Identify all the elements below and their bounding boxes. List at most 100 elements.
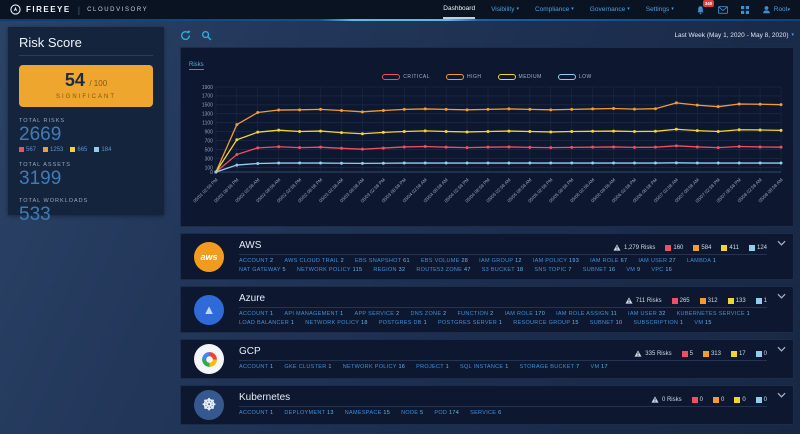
resource-link[interactable]: IAM GROUP 12	[479, 258, 522, 264]
resource-link[interactable]: SQL INSTANCE 1	[460, 364, 509, 370]
search-icon[interactable]	[201, 30, 212, 41]
resource-link[interactable]: GKE CLUSTER 1	[284, 364, 331, 370]
severity-badge: 0	[712, 396, 724, 403]
resource-link[interactable]: POSTGRES DB 1	[379, 320, 427, 326]
resource-link[interactable]: API MANAGEMENT 1	[284, 311, 343, 317]
nav-settings[interactable]: Settings ▾	[646, 0, 674, 19]
section-title: GCP	[239, 346, 261, 357]
chevron-down-icon[interactable]	[777, 293, 786, 299]
notifications-button[interactable]: 340	[696, 0, 715, 15]
resource-link[interactable]: REGION 32	[373, 267, 405, 273]
date-range-selector[interactable]: Last Week (May 1, 2020 - May 8, 2020) ▾	[674, 32, 794, 39]
nav-compliance[interactable]: Compliance ▾	[535, 0, 574, 19]
resource-link[interactable]: KUBERNETES SERVICE 1	[677, 311, 750, 317]
resource-link[interactable]: ACCOUNT 1	[239, 311, 273, 317]
caret-down-icon: ▾	[787, 6, 790, 13]
resource-link[interactable]: VPC 16	[651, 267, 672, 273]
k8s-logo-icon: ☸	[194, 390, 224, 420]
svg-text:300: 300	[205, 156, 214, 162]
stat-value: 3199	[19, 167, 62, 189]
user-menu-button[interactable]: Root ▾	[762, 5, 790, 14]
resource-link[interactable]: DEPLOYMENT 13	[284, 410, 333, 416]
section-k8s: ☸ Kubernetes 0 Risks 0 0 0 0 ACCOUNT 1 DEPLO…	[180, 385, 794, 425]
severity-badges: 0 0 0 0	[691, 396, 767, 403]
resource-link[interactable]: APP SERVICE 2	[355, 311, 400, 317]
resource-link[interactable]: LOAD BALANCER 1	[239, 320, 294, 326]
resource-link[interactable]: SNS TOPIC 7	[534, 267, 571, 273]
risks-warning: 335 Risks	[634, 350, 672, 357]
resource-link[interactable]: ROUTE53 ZONE 47	[416, 267, 470, 273]
resource-link[interactable]: NETWORK POLICY 18	[305, 320, 367, 326]
resource-link[interactable]: VM 15	[694, 320, 711, 326]
chevron-down-icon[interactable]	[777, 346, 786, 352]
resource-link[interactable]: ACCOUNT 2	[239, 258, 273, 264]
resource-link[interactable]: NAMESPACE 15	[345, 410, 390, 416]
legend-critical[interactable]: CRITICAL	[382, 74, 430, 80]
resource-link[interactable]: NETWORK POLICY 16	[343, 364, 405, 370]
resource-link[interactable]: STORAGE BUCKET 7	[520, 364, 580, 370]
resource-link[interactable]: POD 174	[434, 410, 459, 416]
resource-link[interactable]: DNS ZONE 2	[410, 311, 446, 317]
resource-link[interactable]: SERVICE 6	[470, 410, 501, 416]
section-title: Kubernetes	[239, 392, 291, 403]
apps-button[interactable]	[740, 5, 749, 14]
section-title: Azure	[239, 293, 266, 304]
resource-link[interactable]: NETWORK POLICY 115	[297, 267, 362, 273]
resource-link[interactable]: POSTGRES SERVER 1	[438, 320, 502, 326]
legend-swatch-icon	[382, 74, 401, 80]
resource-link[interactable]: AWS CLOUD TRAIL 2	[284, 258, 344, 264]
chevron-down-icon[interactable]	[777, 240, 786, 246]
resource-link[interactable]: SUBSCRIPTION 1	[633, 320, 683, 326]
caret-down-icon: ▾	[516, 6, 519, 12]
resource-link[interactable]: NODE 5	[401, 410, 423, 416]
warning-triangle-icon	[613, 244, 621, 251]
aws-logo-icon: aws	[194, 241, 224, 272]
risks-count: 711 Risks	[635, 297, 662, 304]
nav-governance[interactable]: Governance ▾	[590, 0, 630, 19]
resource-link[interactable]: LAMBDA 1	[687, 258, 716, 264]
resource-link[interactable]: NAT GATEWAY 5	[239, 267, 286, 273]
resource-link[interactable]: IAM USER 27	[638, 258, 676, 264]
resource-link[interactable]: IAM USER 32	[628, 311, 666, 317]
resource-link[interactable]: EBS SNAPSHOT 61	[355, 258, 410, 264]
resource-link[interactable]: S3 BUCKET 18	[482, 267, 524, 273]
resource-link[interactable]: ACCOUNT 1	[239, 410, 273, 416]
x-axis-labels: 05/01 02:58 PM05/01 08:58 PM05/02 02:58 …	[192, 177, 784, 204]
chevron-down-icon[interactable]	[777, 392, 786, 398]
nav-visibility[interactable]: Visibility ▾	[491, 0, 519, 19]
messages-button[interactable]	[717, 5, 728, 14]
resource-link[interactable]: PROJECT 1	[416, 364, 449, 370]
severity-badge: 124	[748, 244, 767, 251]
svg-text:1900: 1900	[202, 85, 213, 91]
section-badges: 1,279 Risks 160 584 411 124	[613, 244, 767, 251]
caret-down-icon: ▾	[791, 32, 794, 38]
top-nav-bar: FIREEYE | CLOUDVISORY Dashboard Visibili…	[0, 0, 800, 19]
user-label: Root	[773, 6, 788, 13]
refresh-icon[interactable]	[180, 30, 191, 41]
legend-medium[interactable]: MEDIUM	[497, 74, 542, 80]
resource-link[interactable]: IAM POLICY 193	[533, 258, 579, 264]
severity-badge: 313	[702, 350, 721, 357]
risk-score-level: SIGNIFICANT	[55, 94, 116, 100]
resource-link[interactable]: SUBNET 10	[590, 320, 623, 326]
resource-link[interactable]: VM 17	[590, 364, 607, 370]
azure-logo-icon: ▲	[194, 294, 224, 325]
resource-link[interactable]: RESOURCE GROUP 15	[513, 320, 579, 326]
resource-links: ACCOUNT 1 API MANAGEMENT 1 APP SERVICE 2 DN…	[239, 311, 767, 326]
warning-triangle-icon	[634, 350, 642, 357]
risk-score-value: 54	[64, 70, 85, 90]
nav-dashboard[interactable]: Dashboard	[443, 0, 476, 19]
resource-link[interactable]: SUBNET 16	[583, 267, 616, 273]
legend-high[interactable]: HIGH	[446, 74, 482, 80]
total-assets-stat: TOTAL ASSETS 3199	[19, 162, 153, 189]
resource-link[interactable]: VM 9	[626, 267, 640, 273]
resource-link[interactable]: EBS VOLUME 28	[421, 258, 468, 264]
resource-link[interactable]: ACCOUNT 1	[239, 364, 273, 370]
resource-link[interactable]: IAM ROLE ASSIGN 11	[556, 311, 617, 317]
chart-title: Risks	[189, 62, 204, 70]
resource-link[interactable]: FUNCTION 2	[457, 311, 493, 317]
resource-link[interactable]: IAM ROLE 67	[590, 258, 627, 264]
legend-low[interactable]: LOW	[557, 74, 592, 80]
resource-link[interactable]: IAM ROLE 170	[505, 311, 546, 317]
svg-text:1500: 1500	[202, 103, 213, 109]
